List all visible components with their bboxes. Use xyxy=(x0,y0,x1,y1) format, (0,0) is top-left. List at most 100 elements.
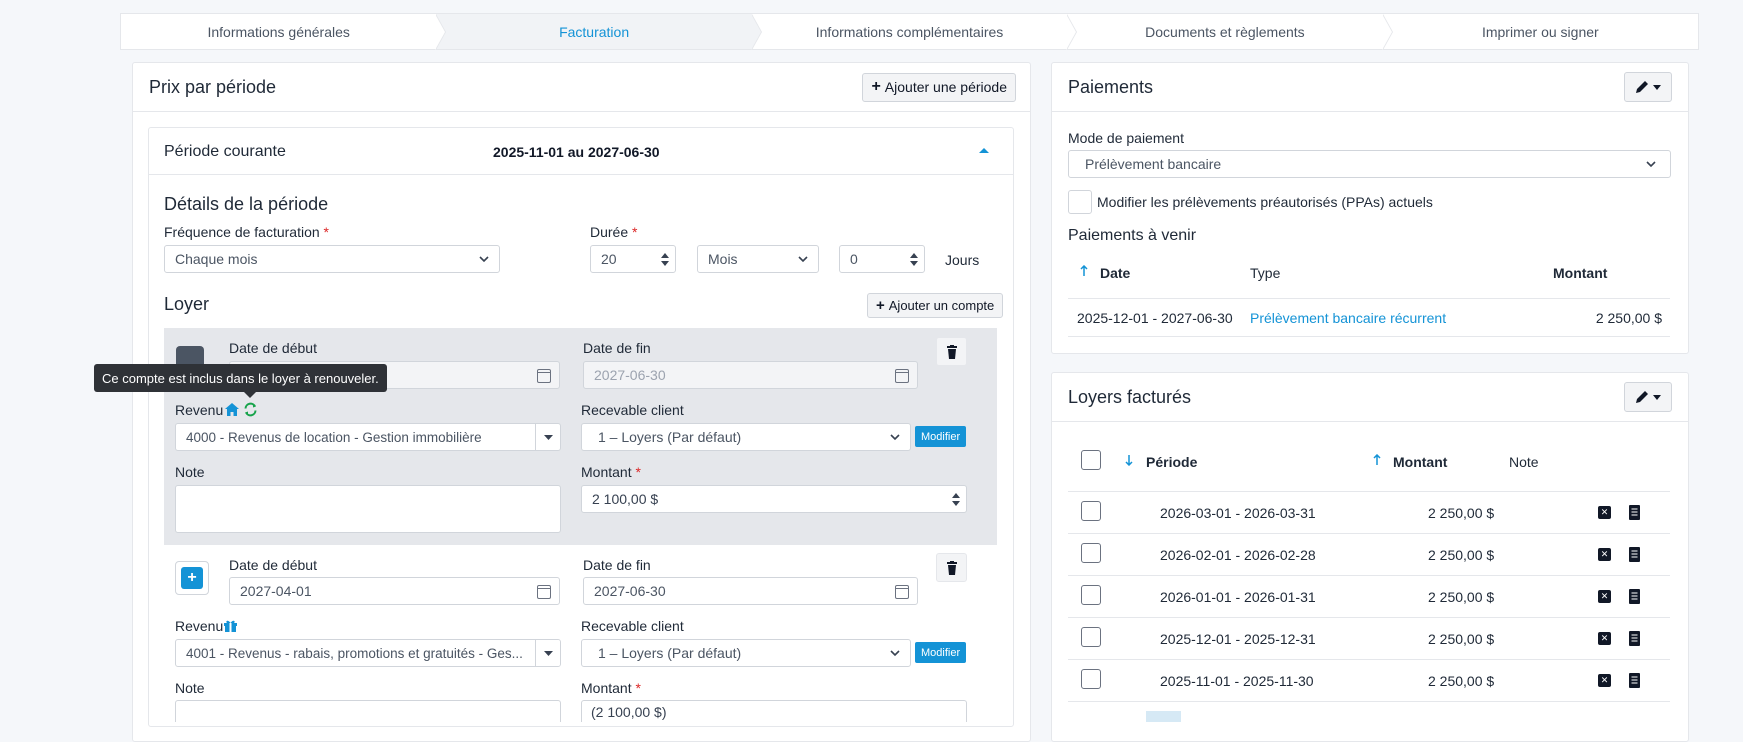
upcoming-table-row: 2025-12-01 - 2027-06-30 Prélèvement banc… xyxy=(1068,298,1670,337)
amount-spinner[interactable] xyxy=(946,486,966,512)
delete-account-button[interactable] xyxy=(936,337,967,366)
add-period-button[interactable]: + Ajouter une période xyxy=(862,72,1016,102)
row-checkbox[interactable] xyxy=(1081,585,1101,605)
trash-icon xyxy=(946,560,957,575)
close-icon[interactable]: ✕ xyxy=(1598,590,1611,603)
revenue-select[interactable]: 4000 - Revenus de location - Gestion imm… xyxy=(175,423,561,451)
close-icon[interactable]: ✕ xyxy=(1598,548,1611,561)
row-amount: 2 250,00 $ xyxy=(1428,547,1495,563)
plus-icon: + xyxy=(876,297,885,314)
row-period: 2026-03-01 - 2026-03-31 xyxy=(1160,505,1316,521)
row-period: 2025-11-01 - 2025-11-30 xyxy=(1160,673,1314,689)
billed-rents-header: Loyers facturés xyxy=(1052,373,1688,422)
document-icon[interactable] xyxy=(1629,673,1640,688)
calendar-icon[interactable] xyxy=(895,369,909,383)
billing-frequency-label-text: Fréquence de facturation xyxy=(164,224,320,240)
receivable-label: Recevable client xyxy=(581,402,684,418)
duration-unit-value: Mois xyxy=(708,251,738,267)
revenue-dropdown-toggle[interactable] xyxy=(535,640,560,666)
chevron-down-icon xyxy=(798,256,808,263)
receivable-label: Recevable client xyxy=(581,618,684,634)
sort-asc-icon[interactable] xyxy=(1373,454,1381,466)
payment-mode-select[interactable]: Prélèvement bancaire xyxy=(1068,150,1671,178)
chevron-down-icon xyxy=(1646,161,1656,168)
receivable-value: 1 – Loyers (Par défaut) xyxy=(598,429,742,445)
chevron-down-icon xyxy=(479,256,489,263)
days-stepper[interactable]: 0 xyxy=(839,245,925,273)
table-row: 2026-02-01 - 2026-02-28 2 250,00 $ ✕ xyxy=(1068,533,1670,575)
receivable-select[interactable]: 1 – Loyers (Par défaut) xyxy=(581,639,911,667)
revenue-label: Revenu xyxy=(175,618,224,634)
chevron-up-icon[interactable] xyxy=(978,146,990,154)
end-date-value: 2027-06-30 xyxy=(594,367,666,383)
start-date-input[interactable]: 2027-04-01 xyxy=(229,577,560,605)
calendar-icon[interactable] xyxy=(537,585,551,599)
modify-ppa-label: Modifier les prélèvements préautorisés (… xyxy=(1097,194,1433,210)
row-checkbox[interactable] xyxy=(1081,501,1101,521)
billing-frequency-select[interactable]: Chaque mois xyxy=(164,245,500,273)
col-type[interactable]: Type xyxy=(1250,265,1280,281)
col-amount[interactable]: Montant xyxy=(1393,454,1447,470)
row-checkbox[interactable] xyxy=(1081,669,1101,689)
edit-billed-button[interactable] xyxy=(1624,382,1672,412)
document-icon[interactable] xyxy=(1629,547,1640,562)
delete-account-button[interactable] xyxy=(936,553,967,582)
col-period[interactable]: Période xyxy=(1146,454,1197,470)
document-icon[interactable] xyxy=(1629,589,1640,604)
sort-desc-icon[interactable] xyxy=(1125,454,1133,466)
note-label: Note xyxy=(175,680,205,696)
price-period-header: Prix par période + Ajouter une période xyxy=(133,63,1030,112)
receivable-select[interactable]: 1 – Loyers (Par défaut) xyxy=(581,423,911,451)
row-period: 2026-02-01 - 2026-02-28 xyxy=(1160,547,1316,563)
end-date-label: Date de fin xyxy=(583,557,651,573)
modify-receivable-button[interactable]: Modifier xyxy=(915,642,967,663)
home-icon xyxy=(225,403,239,416)
duration-spinner[interactable] xyxy=(655,246,675,272)
end-date-input[interactable]: 2027-06-30 xyxy=(583,361,918,389)
close-icon[interactable]: ✕ xyxy=(1598,632,1611,645)
add-account-button[interactable]: + Ajouter un compte xyxy=(867,293,1004,318)
start-date-label: Date de début xyxy=(229,340,317,356)
revenue-dropdown-toggle[interactable] xyxy=(535,424,560,450)
required-mark: * xyxy=(323,224,329,240)
pagination-active-page[interactable] xyxy=(1146,711,1181,722)
document-icon[interactable] xyxy=(1629,505,1640,520)
billing-frequency-label: Fréquence de facturation * xyxy=(164,224,329,240)
document-icon[interactable] xyxy=(1629,631,1640,646)
step-billing[interactable]: Facturation xyxy=(436,14,763,50)
amount-value: 2 100,00 $ xyxy=(592,491,659,507)
days-spinner[interactable] xyxy=(904,246,924,272)
row-period: 2026-01-01 - 2026-01-31 xyxy=(1160,589,1316,605)
modify-receivable-button[interactable]: Modifier xyxy=(915,426,967,447)
row-type-link[interactable]: Prélèvement bancaire récurrent xyxy=(1250,310,1446,326)
revenue-select[interactable]: 4001 - Revenus - rabais, promotions et g… xyxy=(175,639,561,667)
row-checkbox[interactable] xyxy=(1081,627,1101,647)
amount-input[interactable]: (2 100,00 $) xyxy=(581,700,967,722)
calendar-icon[interactable] xyxy=(895,585,909,599)
sort-asc-icon[interactable] xyxy=(1080,265,1088,277)
row-checkbox[interactable] xyxy=(1081,543,1101,563)
note-textarea[interactable] xyxy=(175,485,561,533)
add-period-label: Ajouter une période xyxy=(884,79,1007,95)
modify-ppa-checkbox[interactable] xyxy=(1068,190,1092,214)
step-print-sign[interactable]: Imprimer ou signer xyxy=(1383,14,1698,49)
calendar-icon[interactable] xyxy=(537,369,551,383)
step-additional-info[interactable]: Informations complémentaires xyxy=(752,14,1078,50)
edit-payments-button[interactable] xyxy=(1624,72,1672,102)
end-date-input[interactable]: 2027-06-30 xyxy=(583,577,918,605)
duration-unit-select[interactable]: Mois xyxy=(697,245,819,273)
close-icon[interactable]: ✕ xyxy=(1598,674,1611,687)
amount-input[interactable]: 2 100,00 $ xyxy=(581,485,967,513)
note-textarea[interactable] xyxy=(175,700,561,722)
billed-rents-title: Loyers facturés xyxy=(1068,386,1192,407)
col-note[interactable]: Note xyxy=(1509,454,1539,470)
step-general-info[interactable]: Informations générales xyxy=(121,14,447,50)
amount-label: Montant * xyxy=(581,464,641,480)
col-date[interactable]: Date xyxy=(1100,265,1130,281)
close-icon[interactable]: ✕ xyxy=(1598,506,1611,519)
select-all-checkbox[interactable] xyxy=(1081,450,1101,470)
step-documents[interactable]: Documents et règlements xyxy=(1067,14,1394,50)
col-amount[interactable]: Montant xyxy=(1553,265,1607,281)
duration-stepper[interactable]: 20 xyxy=(590,245,676,273)
table-footer-divider xyxy=(1068,701,1670,702)
